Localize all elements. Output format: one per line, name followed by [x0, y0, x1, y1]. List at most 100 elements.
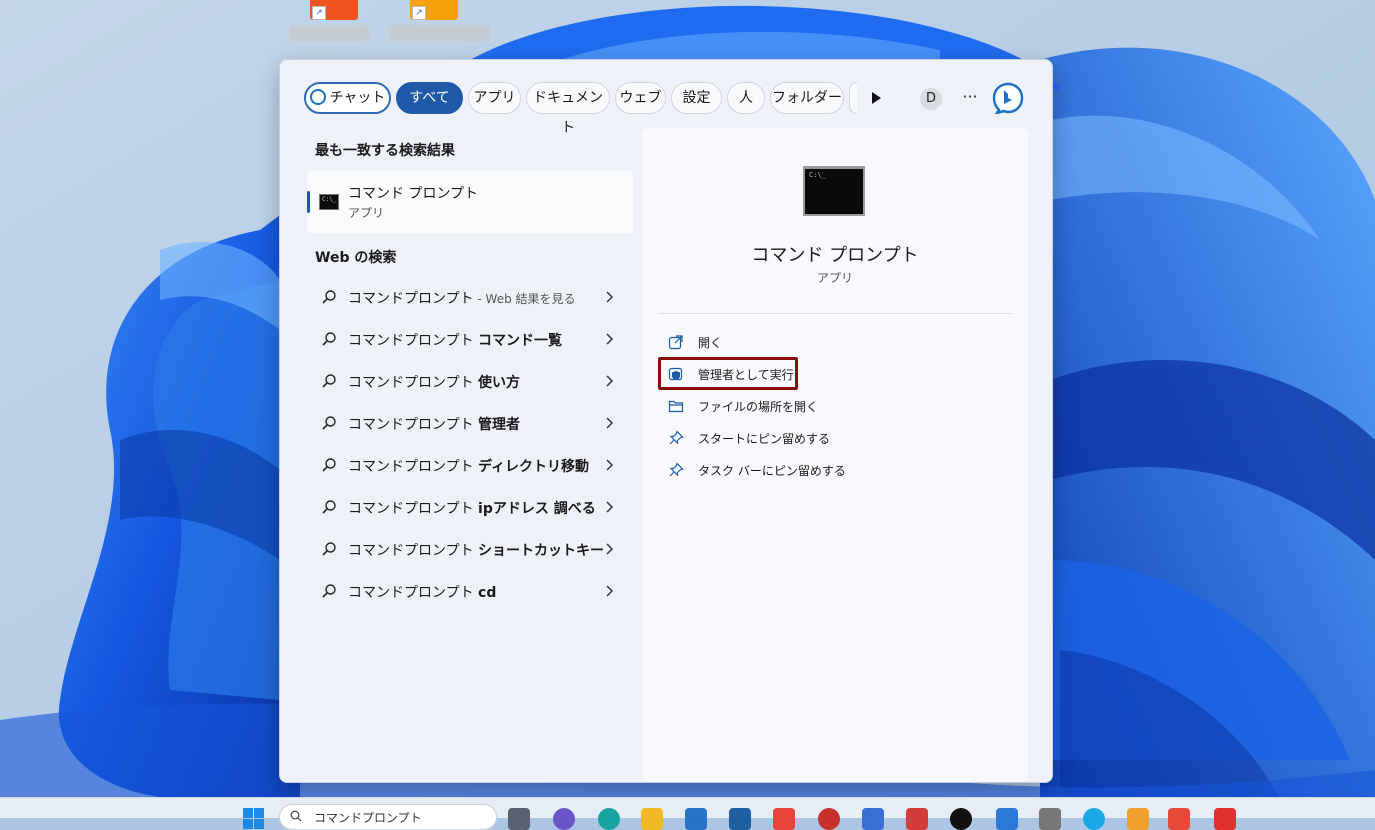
taskbar-app-icon[interactable] [862, 808, 884, 830]
chevron-right-icon [606, 333, 614, 345]
folder-icon [668, 400, 684, 413]
web-suggestion-bold: 管理者 [478, 417, 521, 433]
action-pin-to-start-label: スタートにピン留めする [698, 432, 831, 446]
pin-icon [669, 462, 684, 477]
taskbar-app-icon[interactable] [508, 808, 530, 830]
web-search-suggestion[interactable]: コマンドプロンプト 使い方 [307, 361, 633, 401]
tab-web-label: ウェブ [619, 90, 662, 106]
web-suggestion-text: コマンドプロンプト 使い方 [348, 372, 520, 392]
tab-people[interactable]: 人 [727, 82, 765, 114]
taskbar-app-icon[interactable] [1214, 808, 1236, 830]
tab-folders[interactable]: フォルダー [770, 82, 844, 114]
web-suggestion-base: コマンドプロンプト [348, 459, 479, 475]
edge-icon[interactable] [598, 808, 620, 830]
taskbar-search-box[interactable]: コマンドプロンプト [279, 804, 497, 830]
web-search-suggestion[interactable]: コマンドプロンプト ipアドレス 調べる [307, 487, 633, 527]
web-search-suggestion[interactable]: コマンドプロンプト コマンド一覧 [307, 319, 633, 359]
chevron-right-icon [606, 417, 614, 429]
action-open-label: 開く [698, 336, 723, 350]
taskbar-app-icon[interactable] [685, 808, 707, 830]
tab-chat-label: チャット [329, 90, 386, 106]
search-icon [322, 500, 336, 514]
web-suggestion-text: コマンドプロンプト - Web 結果を見る [348, 288, 576, 308]
more-tabs-play-icon[interactable] [868, 89, 884, 107]
web-suggestion-text: コマンドプロンプト ipアドレス 調べる [348, 498, 596, 518]
command-prompt-large-icon: C:\_ [803, 166, 865, 216]
open-external-icon [668, 335, 683, 350]
file-explorer-icon[interactable] [641, 808, 663, 830]
taskbar-search-query: コマンドプロンプト [314, 811, 422, 825]
web-suggestion-bold: cd [478, 585, 497, 601]
account-avatar[interactable]: D [920, 88, 942, 110]
taskbar-app-icon[interactable] [996, 808, 1018, 830]
web-search-suggestion[interactable]: コマンドプロンプト cd [307, 571, 633, 611]
tab-web[interactable]: ウェブ [615, 82, 666, 114]
web-suggestion-text: コマンドプロンプト ディレクトリ移動 [348, 456, 589, 476]
command-prompt-icon: C:\_ [319, 194, 339, 210]
taskbar-app-icon[interactable] [553, 808, 575, 830]
preview-pane: C:\_ コマンド プロンプト アプリ 開く 管理者として実行 ファイルの場所を [642, 128, 1028, 782]
taskbar-app-icon[interactable] [1168, 808, 1190, 830]
taskbar-app-icon[interactable] [906, 808, 928, 830]
tab-all-label: すべて [409, 90, 450, 106]
action-pin-to-taskbar-label: タスク バーにピン留めする [698, 464, 846, 478]
web-suggestion-suffix: - Web 結果を見る [473, 292, 576, 306]
chevron-right-icon [606, 543, 614, 555]
web-search-suggestion[interactable]: コマンドプロンプト 管理者 [307, 403, 633, 443]
taskbar-app-icon[interactable] [1083, 808, 1105, 830]
chevron-right-icon [606, 459, 614, 471]
pin-icon [669, 430, 684, 445]
taskbar-app-icon[interactable] [818, 808, 840, 830]
selection-indicator [307, 191, 310, 213]
web-search-heading: Web の検索 [315, 250, 397, 266]
best-match-heading: 最も一致する検索結果 [315, 143, 455, 159]
taskbar-app-icon[interactable] [1039, 808, 1061, 830]
web-suggestion-text: コマンドプロンプト コマンド一覧 [348, 330, 562, 350]
tab-documents-label: ドキュメント [533, 90, 603, 136]
tab-settings[interactable]: 設定 [671, 82, 722, 114]
bing-icon[interactable] [992, 82, 1024, 114]
tab-apps-label: アプリ [473, 90, 516, 106]
more-options-button[interactable]: ··· [958, 86, 982, 110]
best-match-name: コマンド プロンプト [348, 186, 479, 202]
tab-chat[interactable]: チャット [304, 82, 391, 114]
web-suggestion-base: コマンドプロンプト [348, 375, 479, 391]
web-suggestion-bold: 使い方 [478, 375, 521, 391]
chevron-right-icon [606, 375, 614, 387]
action-run-as-admin-label: 管理者として実行 [698, 368, 794, 382]
web-search-suggestion[interactable]: コマンドプロンプト ショートカットキー [307, 529, 633, 569]
chevron-right-icon [606, 585, 614, 597]
windows-start-icon[interactable] [243, 808, 265, 830]
web-suggestion-base: コマンドプロンプト [348, 333, 479, 349]
search-icon [322, 290, 336, 304]
search-icon [322, 458, 336, 472]
web-search-suggestion[interactable]: コマンドプロンプト ディレクトリ移動 [307, 445, 633, 485]
taskbar-app-icon[interactable] [773, 808, 795, 830]
search-icon [322, 584, 336, 598]
web-search-suggestion[interactable]: コマンドプロンプト - Web 結果を見る [307, 277, 633, 317]
web-suggestion-base: コマンドプロンプト [348, 585, 479, 601]
shortcut-arrow-icon: ↗ [312, 6, 326, 20]
tab-all[interactable]: すべて [396, 82, 463, 114]
shortcut-arrow-icon: ↗ [412, 6, 426, 20]
web-suggestion-bold: ショートカットキー [478, 543, 605, 559]
taskbar: コマンドプロンプト [0, 797, 1375, 830]
tab-people-label: 人 [739, 90, 753, 106]
search-icon [322, 374, 336, 388]
best-match-result[interactable]: C:\_ コマンド プロンプト アプリ [307, 171, 633, 233]
shield-admin-icon [668, 367, 683, 381]
taskbar-app-icon[interactable] [1127, 808, 1149, 830]
taskbar-app-icon[interactable] [950, 808, 972, 830]
tab-documents[interactable]: ドキュメント [526, 82, 610, 136]
tab-apps[interactable]: アプリ [468, 82, 521, 114]
tab-overflow-partial[interactable] [849, 82, 857, 114]
bing-chat-icon [309, 89, 326, 105]
preview-title: コマンド プロンプト [751, 245, 919, 266]
search-panel: チャット すべて アプリ ドキュメント ウェブ 設定 人 フォルダー D ···… [279, 59, 1053, 783]
action-open-file-location-label: ファイルの場所を開く [698, 400, 819, 414]
search-icon [322, 332, 336, 346]
taskbar-app-icon[interactable] [729, 808, 751, 830]
web-suggestion-text: コマンドプロンプト 管理者 [348, 414, 520, 434]
preview-subtitle: アプリ [816, 271, 853, 285]
search-icon [322, 416, 336, 430]
